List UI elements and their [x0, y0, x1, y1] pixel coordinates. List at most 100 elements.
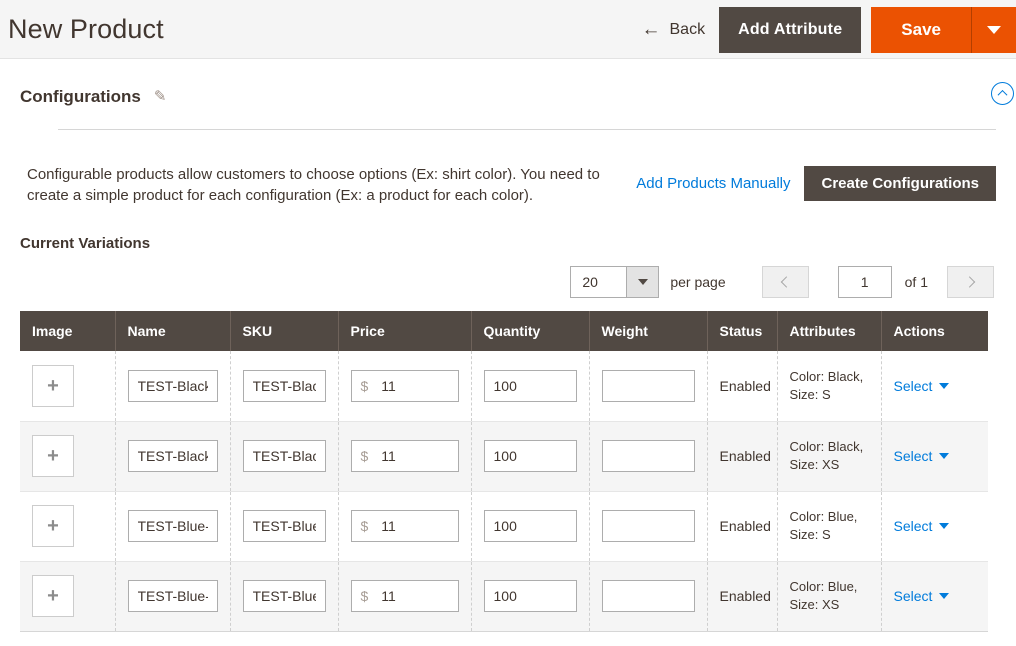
name-input[interactable] [127, 440, 218, 472]
cell-actions: Select [881, 561, 988, 632]
plus-icon[interactable]: + [32, 435, 74, 477]
save-menu-toggle[interactable] [971, 6, 1016, 53]
table-row: + $ Enabled Color: Blue, Size: XS Select [20, 561, 988, 632]
price-field[interactable]: $ [350, 369, 459, 402]
plus-icon[interactable]: + [32, 575, 74, 617]
chevron-up-circle-icon[interactable] [991, 82, 1014, 105]
configurations-intro-actions: Add Products Manually Create Configurati… [636, 164, 996, 201]
cell-price: $ [338, 561, 472, 632]
plus-icon[interactable]: + [32, 364, 74, 407]
row-actions-select[interactable]: Select [894, 518, 950, 534]
configurations-section-header[interactable]: Configurations ✎ [20, 59, 1014, 130]
row-actions-select[interactable]: Select [894, 378, 950, 394]
attributes-text: Color: Black, Size: XS [789, 439, 864, 472]
pagination-controls: 20 per page of 1 [20, 252, 996, 311]
cell-price: $ [338, 351, 472, 422]
quantity-input[interactable] [483, 369, 577, 402]
configurations-section: Configurations ✎ Configurable products a… [0, 59, 1016, 632]
price-input[interactable] [379, 587, 449, 605]
cell-sku [230, 491, 339, 562]
per-page-label: per page [670, 274, 726, 290]
sku-input[interactable] [242, 369, 326, 402]
plus-icon[interactable]: + [32, 505, 74, 547]
cell-quantity [471, 491, 590, 562]
back-button-label: Back [669, 20, 706, 38]
save-split-button: Save [871, 6, 1016, 53]
weight-input[interactable] [601, 510, 695, 542]
column-header-price: Price [338, 311, 472, 351]
column-header-status: Status [707, 311, 778, 351]
cell-sku [230, 351, 339, 422]
variations-table: Image Name SKU Price Quantity Weight Sta… [20, 311, 988, 632]
weight-input[interactable] [601, 369, 695, 402]
pencil-icon[interactable]: ✎ [154, 89, 167, 104]
configurations-intro: Configurable products allow customers to… [20, 130, 996, 206]
table-header-row: Image Name SKU Price Quantity Weight Sta… [20, 311, 988, 351]
cell-status: Enabled [707, 421, 778, 492]
quantity-input[interactable] [483, 440, 577, 472]
currency-symbol: $ [360, 588, 369, 604]
per-page-select[interactable]: 20 [570, 266, 660, 298]
name-input[interactable] [127, 510, 218, 542]
cell-attributes: Color: Black, Size: S [777, 351, 882, 422]
attributes-text: Color: Blue, Size: XS [789, 579, 858, 612]
cell-status: Enabled [707, 561, 778, 632]
cell-weight [589, 421, 708, 492]
create-configurations-button[interactable]: Create Configurations [804, 166, 996, 201]
column-header-actions: Actions [881, 311, 988, 351]
add-attribute-button[interactable]: Add Attribute [719, 6, 862, 53]
cell-status: Enabled [707, 491, 778, 562]
current-variations-label: Current Variations [20, 235, 151, 252]
quantity-input[interactable] [483, 580, 577, 612]
cell-actions: Select [881, 421, 988, 492]
next-page-button[interactable] [947, 266, 994, 298]
caret-down-icon [939, 523, 950, 529]
caret-down-icon [987, 25, 1001, 34]
sku-input[interactable] [242, 510, 326, 542]
price-input[interactable] [379, 447, 449, 465]
price-field[interactable]: $ [350, 580, 459, 612]
name-input[interactable] [127, 580, 218, 612]
section-title: Configurations [20, 87, 141, 106]
attributes-text: Color: Blue, Size: S [789, 509, 858, 542]
status-badge: Enabled [719, 588, 771, 604]
chevron-left-icon [780, 276, 793, 288]
cell-quantity [471, 351, 590, 422]
cell-image: + [20, 421, 116, 492]
name-input[interactable] [127, 369, 218, 402]
column-header-quantity: Quantity [471, 311, 590, 351]
currency-symbol: $ [360, 518, 369, 534]
page-number-input[interactable] [837, 266, 892, 298]
price-input[interactable] [379, 517, 449, 535]
add-products-manually-link[interactable]: Add Products Manually [636, 175, 790, 192]
cell-actions: Select [881, 351, 988, 422]
currency-symbol: $ [360, 448, 369, 464]
price-field[interactable]: $ [350, 510, 459, 542]
weight-input[interactable] [601, 580, 695, 612]
sku-input[interactable] [242, 440, 326, 472]
column-header-weight: Weight [589, 311, 708, 351]
previous-page-button[interactable] [761, 266, 809, 298]
quantity-input[interactable] [483, 510, 577, 542]
status-badge: Enabled [719, 377, 771, 394]
cell-name [115, 491, 231, 562]
save-button[interactable]: Save [871, 6, 971, 53]
per-page-value: 20 [582, 274, 598, 290]
per-page-dropdown-toggle[interactable] [626, 267, 659, 297]
status-badge: Enabled [719, 518, 771, 534]
variations-table-body: + $ Enabled Color: Black, Size: S Select + $ En… [20, 351, 988, 632]
price-input[interactable] [379, 376, 449, 395]
cell-quantity [471, 421, 590, 492]
weight-input[interactable] [601, 440, 695, 472]
row-actions-label: Select [893, 448, 933, 464]
price-field[interactable]: $ [350, 440, 459, 472]
row-actions-select[interactable]: Select [894, 588, 950, 604]
chevron-up-glyph [997, 89, 1008, 100]
column-header-image: Image [20, 311, 116, 351]
cell-image: + [20, 561, 116, 632]
row-actions-select[interactable]: Select [894, 448, 950, 464]
row-actions-label: Select [893, 377, 933, 394]
sku-input[interactable] [242, 580, 326, 612]
status-badge: Enabled [719, 448, 771, 464]
back-button[interactable]: ← Back [642, 20, 720, 39]
